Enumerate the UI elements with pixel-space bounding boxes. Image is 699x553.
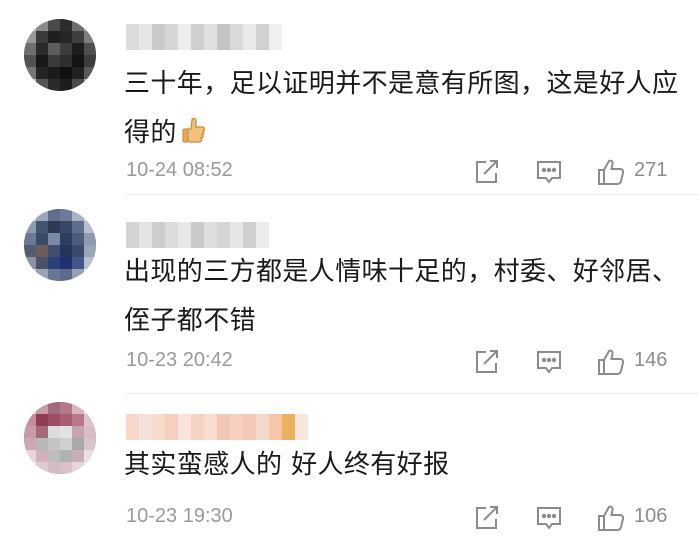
like-count: 106	[634, 505, 668, 527]
timestamp: 10-23 20:42	[126, 349, 233, 371]
comment-icon[interactable]	[534, 347, 564, 377]
timestamp: 10-24 08:52	[126, 159, 233, 181]
comment-text: 三十年，足以证明并不是意有所图，这是好人应得的	[124, 60, 679, 162]
avatar[interactable]	[24, 209, 96, 281]
share-icon[interactable]	[471, 347, 501, 377]
like-icon[interactable]	[596, 347, 626, 377]
avatar[interactable]	[24, 402, 96, 474]
comment-icon[interactable]	[534, 157, 564, 187]
comment-item: 出现的三方都是人情味十足的，村委、好邻居、侄子都不错 10-23 20:42 1…	[0, 195, 699, 394]
comment-meta: 10-23 19:30 106	[126, 503, 686, 533]
like-count: 271	[634, 159, 668, 181]
avatar[interactable]	[24, 19, 96, 91]
comment-meta: 10-23 20:42 146	[126, 347, 686, 377]
comment-text: 其实蛮感人的 好人终有好报	[124, 450, 450, 480]
timestamp: 10-23 19:30	[126, 505, 233, 527]
like-icon[interactable]	[596, 157, 626, 187]
share-icon[interactable]	[471, 503, 501, 533]
username-blurred[interactable]	[126, 24, 282, 50]
like-count: 146	[634, 349, 668, 371]
comment-icon[interactable]	[534, 503, 564, 533]
comment-text: 出现的三方都是人情味十足的，村委、好邻居、侄子都不错	[124, 257, 679, 336]
like-icon[interactable]	[596, 503, 626, 533]
thumbs-up-emoji-icon	[181, 113, 207, 162]
username-blurred[interactable]	[126, 222, 269, 248]
comment-item: 其实蛮感人的 好人终有好报 10-23 19:30 106	[0, 394, 699, 553]
username-blurred[interactable]	[126, 414, 308, 440]
comment-item: 三十年，足以证明并不是意有所图，这是好人应得的 10-24 08:52 271	[0, 0, 699, 195]
share-icon[interactable]	[471, 157, 501, 187]
comment-meta: 10-24 08:52 271	[126, 157, 686, 187]
